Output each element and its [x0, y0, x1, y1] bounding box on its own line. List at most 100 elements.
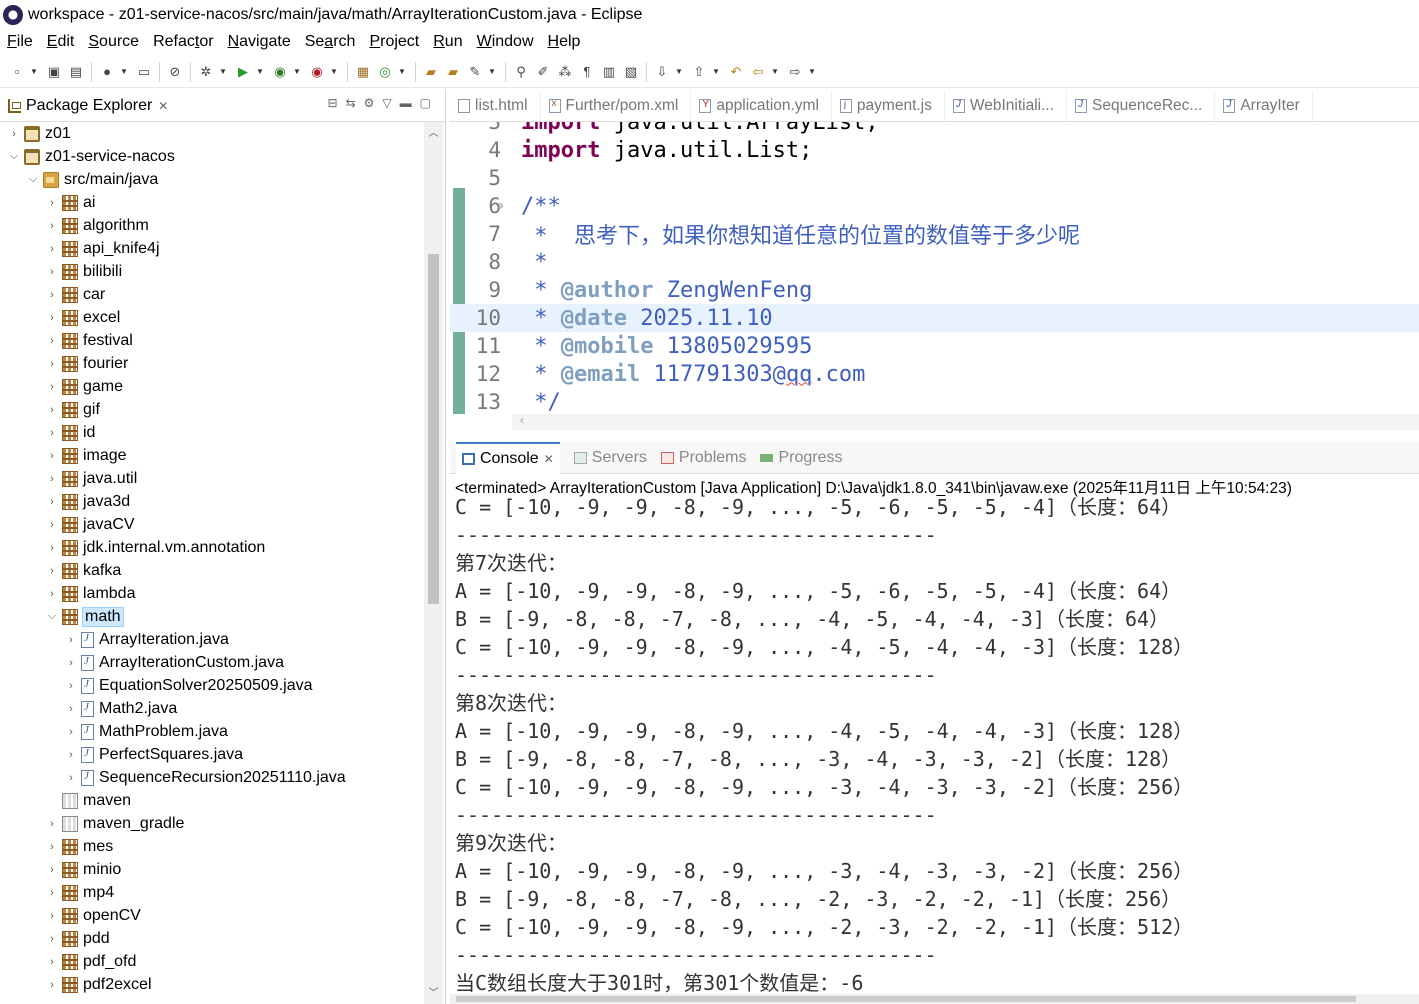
collapse-all-icon[interactable]: ⊟	[328, 96, 338, 110]
tree-item[interactable]: › excel	[46, 306, 120, 329]
menu-item[interactable]: Search	[305, 33, 356, 51]
open-type-icon[interactable]: ▰	[422, 63, 440, 81]
save-icon[interactable]: ▣	[45, 63, 63, 81]
tree-item[interactable]: › mp4	[46, 881, 114, 904]
collapsed-icon[interactable]: ›	[46, 427, 58, 439]
close-icon[interactable]: ✕	[158, 99, 168, 113]
back-dropdown-icon[interactable]: ▼	[771, 63, 779, 81]
tree-item[interactable]: › ai	[46, 191, 95, 214]
collapsed-icon[interactable]: ›	[65, 726, 77, 738]
scroll-up-icon[interactable]: ︿	[424, 124, 443, 142]
scrollbar-thumb[interactable]	[428, 254, 439, 604]
collapsed-icon[interactable]: ›	[46, 473, 58, 485]
tree-item[interactable]: › z01	[8, 122, 71, 145]
maximize-icon[interactable]: ▢	[420, 96, 431, 110]
previous-annotation-icon[interactable]: ⇧	[690, 63, 708, 81]
editor-tab[interactable]: WebInitiali...	[945, 91, 1068, 121]
editor-tab[interactable]: application.yml	[691, 91, 832, 121]
new-dropdown-icon[interactable]: ▼	[30, 63, 38, 81]
tree-item[interactable]: › kafka	[46, 559, 121, 582]
editor-tab[interactable]: payment.js	[832, 91, 945, 121]
tree-item[interactable]: › ArrayIterationCustom.java	[65, 651, 284, 674]
link-with-editor-icon[interactable]: ⇆	[346, 96, 356, 110]
scroll-down-icon[interactable]: ﹀	[424, 984, 443, 1002]
block-selection-icon[interactable]: ⁂	[556, 63, 574, 81]
expanded-icon[interactable]: ⌵	[46, 610, 58, 623]
tree-item[interactable]: › EquationSolver20250509.java	[65, 674, 313, 697]
collapsed-icon[interactable]: ›	[46, 933, 58, 945]
console-horizontal-scrollbar[interactable]	[450, 994, 1419, 1004]
tree-item[interactable]: › pdd	[46, 927, 110, 950]
debug-icon[interactable]: ✲	[197, 63, 215, 81]
tree-item[interactable]: › MathProblem.java	[65, 720, 228, 743]
previous-annotation-dropdown-icon[interactable]: ▼	[712, 63, 720, 81]
collapsed-icon[interactable]: ›	[65, 634, 77, 646]
tree-item[interactable]: maven	[46, 789, 131, 812]
close-icon[interactable]: ✕	[544, 452, 554, 466]
tab-progress[interactable]: Progress	[760, 449, 843, 467]
editor-horizontal-scrollbar[interactable]: ‹	[512, 413, 1419, 430]
scrollbar-thumb[interactable]	[456, 996, 1356, 1002]
menu-item[interactable]: Run	[433, 33, 462, 51]
save-all-icon[interactable]: ▤	[67, 63, 85, 81]
view-menu-icon[interactable]: ▽	[382, 96, 391, 110]
last-edit-location-icon[interactable]: ↶	[727, 63, 745, 81]
collapsed-icon[interactable]: ›	[46, 496, 58, 508]
collapsed-icon[interactable]: ›	[46, 266, 58, 278]
new-icon[interactable]: ▫	[8, 63, 26, 81]
tab-console[interactable]: Console ✕	[456, 441, 560, 474]
search-dropdown-icon[interactable]: ▼	[488, 63, 496, 81]
tab-problems[interactable]: Problems	[660, 449, 746, 467]
collapsed-icon[interactable]: ›	[46, 887, 58, 899]
collapsed-icon[interactable]: ›	[65, 680, 77, 692]
collapsed-icon[interactable]: ›	[46, 588, 58, 600]
collapsed-icon[interactable]: ›	[65, 749, 77, 761]
run-icon[interactable]: ▶	[234, 63, 252, 81]
back-icon[interactable]: ⇦	[749, 63, 767, 81]
collapsed-icon[interactable]: ›	[46, 542, 58, 554]
tree-item[interactable]: ⌵ z01-service-nacos	[8, 145, 175, 168]
menu-item[interactable]: Help	[548, 33, 581, 51]
coverage-dropdown-icon[interactable]: ▼	[293, 63, 301, 81]
tree-item[interactable]: › algorithm	[46, 214, 149, 237]
tree-item[interactable]: › SequenceRecursion20251110.java	[65, 766, 346, 789]
menu-item[interactable]: Window	[477, 33, 534, 51]
collapsed-icon[interactable]: ›	[46, 358, 58, 370]
menu-item[interactable]: Navigate	[228, 33, 291, 51]
console-output[interactable]: C = [-10, -9, -9, -8, -9, ..., -5, -6, -…	[455, 493, 1415, 993]
tree-item[interactable]: › car	[46, 283, 105, 306]
tree-item[interactable]: › openCV	[46, 904, 141, 927]
open-folder-icon[interactable]: ▰	[444, 63, 462, 81]
editor-tab[interactable]: SequenceRec...	[1067, 91, 1216, 121]
filter-icon[interactable]: ⚙	[364, 96, 375, 110]
collapsed-icon[interactable]: ›	[65, 657, 77, 669]
tree-item[interactable]: › minio	[46, 858, 121, 881]
search-icon[interactable]: ✎	[466, 63, 484, 81]
tab-package-explorer[interactable]: Package Explorer ✕	[8, 97, 168, 115]
next-annotation-dropdown-icon[interactable]: ▼	[675, 63, 683, 81]
menu-item[interactable]: Project	[369, 33, 419, 51]
tree-item[interactable]: › gif	[46, 398, 100, 421]
editor-tab[interactable]: ArrayIter	[1215, 91, 1313, 121]
collapsed-icon[interactable]: ›	[65, 772, 77, 784]
tree-item[interactable]: › api_knife4j	[46, 237, 160, 260]
external-tools-dropdown-icon[interactable]: ▼	[330, 63, 338, 81]
collapsed-icon[interactable]: ›	[46, 910, 58, 922]
forward-dropdown-icon[interactable]: ▼	[808, 63, 816, 81]
menu-item[interactable]: Edit	[47, 33, 75, 51]
collapsed-icon[interactable]: ›	[46, 381, 58, 393]
code-area[interactable]: 3 import java.util.ArrayList; 4 import java…	[450, 122, 1419, 414]
menu-item[interactable]: File	[7, 33, 33, 51]
collapsed-icon[interactable]: ›	[46, 864, 58, 876]
collapsed-icon[interactable]: ›	[46, 450, 58, 462]
record-icon[interactable]: ●	[98, 63, 116, 81]
new-class-dropdown-icon[interactable]: ▼	[398, 63, 406, 81]
menu-item[interactable]: Source	[88, 33, 139, 51]
tree-item[interactable]: › lambda	[46, 582, 135, 605]
tab-servers[interactable]: Servers	[573, 449, 647, 467]
collapsed-icon[interactable]: ›	[46, 289, 58, 301]
tree-item[interactable]: › game	[46, 375, 123, 398]
collapsed-icon[interactable]: ›	[46, 565, 58, 577]
tree-item[interactable]: ⌵ src/main/java	[27, 168, 158, 191]
new-java-project-icon[interactable]: ▦	[354, 63, 372, 81]
